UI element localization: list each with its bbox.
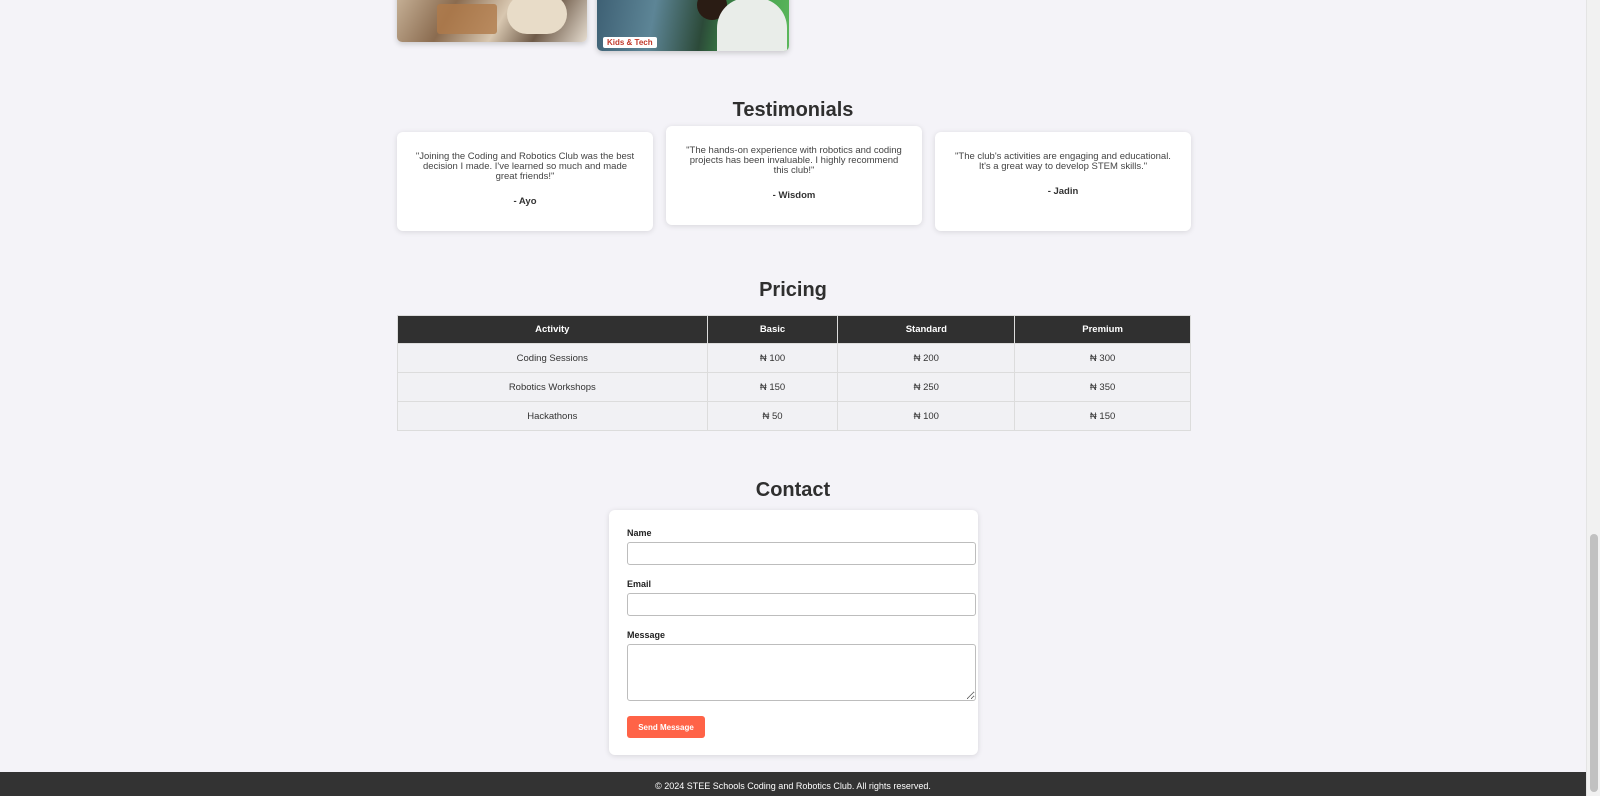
table-row: Robotics Workshops ₦ 150 ₦ 250 ₦ 350	[397, 372, 1191, 402]
table-cell: ₦ 350	[1014, 372, 1191, 402]
page-footer: © 2024 STEE Schools Coding and Robotics …	[0, 772, 1586, 796]
table-cell: ₦ 300	[1014, 343, 1191, 373]
testimonial-author: - Wisdom	[772, 190, 816, 201]
circuit-board-shape	[437, 4, 497, 34]
pricing-heading: Pricing	[759, 279, 827, 301]
gallery-image-kids-tech[interactable]: Kids & Tech	[597, 0, 789, 51]
testimonials-heading: Testimonials	[732, 99, 854, 121]
table-cell: Robotics Workshops	[397, 372, 708, 402]
page-viewport: Kids & Tech Testimonials "Joining the Co…	[0, 0, 1586, 796]
table-cell: ₦ 150	[706, 372, 839, 402]
email-input[interactable]	[627, 593, 976, 616]
name-input[interactable]	[627, 542, 976, 565]
message-label: Message	[627, 630, 666, 640]
table-cell: ₦ 50	[706, 401, 839, 431]
column-header-premium: Premium	[1014, 315, 1191, 344]
testimonial-quote: "The club's activities are engaging and …	[955, 151, 1171, 172]
table-cell: ₦ 100	[706, 343, 839, 373]
testimonial-author: - Jadin	[1047, 186, 1079, 197]
table-cell: Coding Sessions	[397, 343, 708, 373]
hand-shape	[507, 0, 567, 34]
table-cell: ₦ 200	[837, 343, 1016, 373]
testimonial-card: "Joining the Coding and Robotics Club wa…	[397, 132, 653, 231]
contact-heading: Contact	[755, 479, 831, 501]
send-message-button[interactable]: Send Message	[627, 716, 705, 738]
column-header-basic: Basic	[706, 315, 839, 344]
table-cell: Hackathons	[397, 401, 708, 431]
contact-form: Name Email Message Send Message	[609, 510, 978, 755]
vertical-scrollbar[interactable]	[1586, 0, 1600, 796]
pricing-header-row: Activity Basic Standard Premium	[397, 315, 1191, 344]
column-header-activity: Activity	[397, 315, 708, 344]
table-cell: ₦ 150	[1014, 401, 1191, 431]
message-textarea[interactable]	[627, 644, 976, 701]
testimonial-card: "The club's activities are engaging and …	[935, 132, 1191, 231]
footer-copyright: © 2024 STEE Schools Coding and Robotics …	[655, 781, 931, 791]
testimonial-card: "The hands-on experience with robotics a…	[666, 126, 922, 225]
child-shirt-shape	[717, 0, 787, 51]
testimonial-author: - Ayo	[513, 196, 537, 207]
table-row: Coding Sessions ₦ 100 ₦ 200 ₦ 300	[397, 343, 1191, 373]
testimonial-quote: "Joining the Coding and Robotics Club wa…	[415, 151, 635, 182]
table-row: Hackathons ₦ 50 ₦ 100 ₦ 150	[397, 401, 1191, 431]
testimonial-quote: "The hands-on experience with robotics a…	[686, 145, 902, 176]
email-label: Email	[627, 579, 652, 589]
table-cell: ₦ 250	[837, 372, 1016, 402]
gallery-image-students-electronics[interactable]	[397, 0, 587, 42]
name-label: Name	[627, 528, 652, 538]
pricing-table: Activity Basic Standard Premium Coding S…	[397, 315, 1191, 431]
image-tag: Kids & Tech	[603, 37, 657, 48]
table-cell: ₦ 100	[837, 401, 1016, 431]
scrollbar-thumb[interactable]	[1590, 534, 1598, 792]
column-header-standard: Standard	[837, 315, 1016, 344]
